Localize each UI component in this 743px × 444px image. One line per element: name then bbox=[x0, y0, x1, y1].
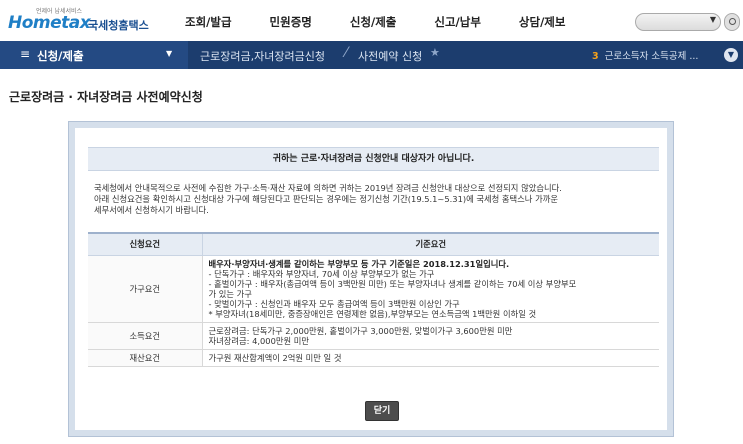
gnb-item-inquiry[interactable]: 조회/발급 bbox=[185, 14, 232, 30]
requirement-line: 배우자·부양자녀·생계를 같이하는 부양부모 등 가구 기준일은 2018.12… bbox=[208, 258, 510, 269]
menu-label: 신청/제출 bbox=[37, 49, 84, 63]
modal-body: 귀하는 근로·자녀장려금 신청안내 대상자가 아닙니다. 국세청에서 안내목적으… bbox=[75, 128, 667, 430]
quick-link-number: 3 bbox=[592, 51, 599, 62]
requirement-value: 가구원 재산합계액이 2억원 미만 일 것 bbox=[202, 349, 659, 367]
top-header: 언제어 납세서비스 Hometax 국세청홈택스 조회/발급 민원증명 신청/제… bbox=[0, 0, 743, 41]
gnb-item-apply[interactable]: 신청/제출 bbox=[350, 14, 397, 30]
requirement-line: 자녀장려금: 4,000만원 미만 bbox=[208, 335, 310, 346]
column-header: 신청요건 bbox=[88, 232, 203, 256]
quick-link-text: 근로소득자 소득공제 ... bbox=[604, 51, 699, 62]
gnb-item-certificate[interactable]: 민원증명 bbox=[270, 14, 312, 30]
description-line: 아래 신청요건을 확인하시고 신청대상 가구에 해당된다고 판단되는 경우에는 … bbox=[94, 194, 558, 204]
requirement-line: 가구원 재산합계액이 2억원 미만 일 것 bbox=[208, 352, 342, 363]
requirement-line: - 맞벌이가구 : 신청인과 배우자 모두 총급여액 등이 3백만원 이상인 가… bbox=[208, 298, 460, 309]
requirement-value: 근로장려금: 단독가구 2,000만원, 홑벌이가구 3,000만원, 맞벌이가… bbox=[202, 322, 659, 350]
requirement-key: 가구요건 bbox=[88, 255, 203, 323]
star-icon[interactable]: ★ bbox=[430, 46, 440, 59]
notice-banner: 귀하는 근로·자녀장려금 신청안내 대상자가 아닙니다. bbox=[88, 147, 659, 171]
requirements-table: 신청요건 기준요건 가구요건 배우자·부양자녀·생계를 같이하는 부양부모 등 … bbox=[88, 232, 659, 367]
requirement-value: 배우자·부양자녀·생계를 같이하는 부양부모 등 가구 기준일은 2018.12… bbox=[202, 255, 659, 323]
notice-modal: 귀하는 근로·자녀장려금 신청안내 대상자가 아닙니다. 국세청에서 안내목적으… bbox=[68, 121, 674, 437]
table-header-row: 신청요건 기준요건 bbox=[88, 232, 659, 256]
global-nav: 조회/발급 민원증명 신청/제출 신고/납부 상담/제보 bbox=[185, 14, 603, 30]
hometax-logo[interactable]: 언제어 납세서비스 Hometax 국세청홈택스 bbox=[8, 6, 149, 36]
requirement-key: 소득요건 bbox=[88, 322, 203, 350]
logo-brand: Hometax bbox=[8, 13, 91, 33]
chevron-down-icon[interactable]: ▼ bbox=[724, 48, 738, 62]
column-header: 기준요건 bbox=[202, 232, 659, 256]
description-line: 세무서에서 신청하시기 바랍니다. bbox=[94, 205, 209, 215]
sub-nav-bar: ≡ 신청/제출 ▼ 근로장려금,자녀장려금신청 ⁄ 사전예약 신청 ★ 3 근로소… bbox=[0, 41, 743, 69]
hamburger-icon: ≡ bbox=[20, 47, 31, 61]
table-row: 재산요건 가구원 재산합계액이 2억원 미만 일 것 bbox=[88, 349, 659, 367]
quick-link[interactable]: 3 근로소득자 소득공제 ... bbox=[592, 48, 698, 62]
requirement-line: - 홑벌이가구 : 배우자(총급여액 등이 3백만원 미만) 또는 부양자녀나 … bbox=[208, 278, 577, 289]
gnb-item-report[interactable]: 신고/납부 bbox=[434, 14, 481, 30]
requirement-line: - 단독가구 : 배우자와 부양자녀, 70세 이상 부양부모가 없는 가구 bbox=[208, 268, 435, 279]
requirement-key: 재산요건 bbox=[88, 349, 203, 367]
table-row: 가구요건 배우자·부양자녀·생계를 같이하는 부양부모 등 가구 기준일은 20… bbox=[88, 255, 659, 323]
menu-dropdown[interactable]: ≡ 신청/제출 ▼ bbox=[0, 41, 188, 69]
logo-korean: 국세청홈택스 bbox=[88, 19, 149, 32]
close-button[interactable]: 닫기 bbox=[365, 401, 399, 421]
requirement-line: * 부양자녀(18세미만, 중증장애인은 연령제한 없음),부양부모는 연소득금… bbox=[208, 308, 537, 319]
gnb-item-consult[interactable]: 상담/제보 bbox=[519, 14, 566, 30]
breadcrumb-item[interactable]: 근로장려금,자녀장려금신청 bbox=[200, 48, 325, 64]
chevron-down-icon: ▼ bbox=[166, 49, 173, 58]
chevron-down-icon[interactable]: ▼ bbox=[710, 15, 716, 24]
description-line: 국세청에서 안내목적으로 사전에 수집한 가구·소득·재산 자료에 의하면 귀하… bbox=[94, 183, 562, 193]
search-icon[interactable] bbox=[724, 13, 740, 31]
table-row: 소득요건 근로장려금: 단독가구 2,000만원, 홑벌이가구 3,000만원,… bbox=[88, 322, 659, 350]
search-input[interactable]: ▼ bbox=[635, 13, 721, 31]
page-title: 근로장려금 · 자녀장려금 사전예약신청 bbox=[9, 90, 203, 104]
breadcrumb-separator: ⁄ bbox=[345, 45, 348, 61]
description-text: 국세청에서 안내목적으로 사전에 수집한 가구·소득·재산 자료에 의하면 귀하… bbox=[94, 183, 659, 216]
requirement-line: 근로장려금: 단독가구 2,000만원, 홑벌이가구 3,000만원, 맞벌이가… bbox=[208, 325, 513, 336]
breadcrumb-current[interactable]: 사전예약 신청 bbox=[358, 48, 422, 64]
requirement-line: 가 있는 가구 bbox=[208, 288, 252, 299]
